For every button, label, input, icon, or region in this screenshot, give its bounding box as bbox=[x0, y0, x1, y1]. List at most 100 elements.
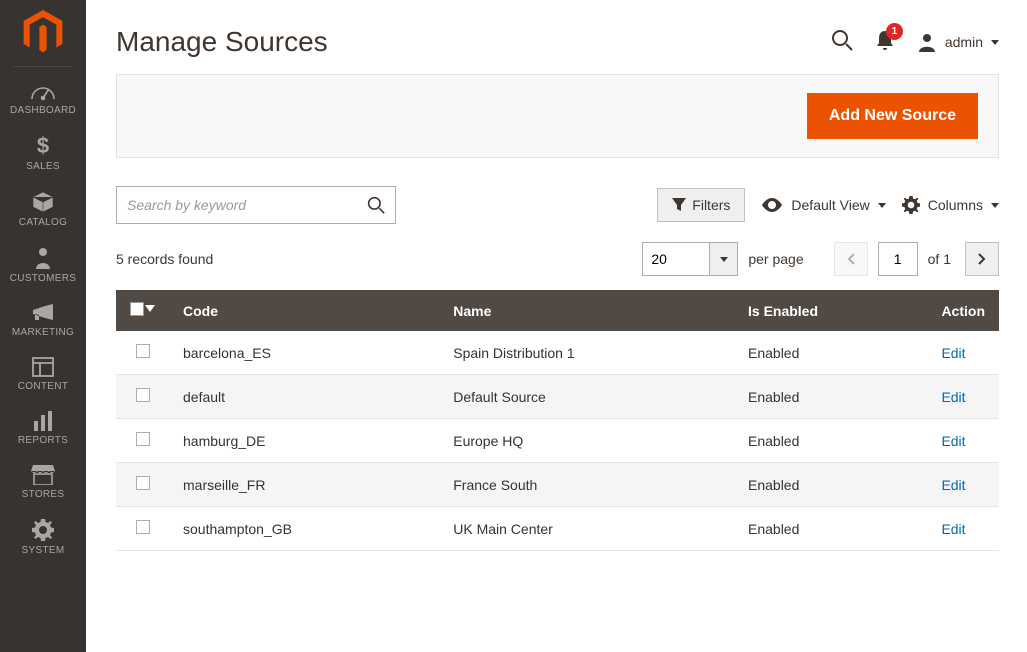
sidebar-item-content[interactable]: CONTENT bbox=[0, 347, 86, 401]
funnel-icon bbox=[672, 198, 686, 212]
eye-icon bbox=[761, 198, 783, 212]
sidebar-item-label: REPORTS bbox=[0, 435, 86, 446]
chevron-down-icon bbox=[720, 257, 728, 262]
sidebar-item-stores[interactable]: STORES bbox=[0, 455, 86, 509]
default-view-control[interactable]: Default View bbox=[761, 197, 885, 213]
chevron-right-icon bbox=[978, 253, 986, 265]
header-select-all[interactable] bbox=[116, 290, 169, 331]
cell-name: Default Source bbox=[439, 375, 734, 419]
sidebar-item-label: DASHBOARD bbox=[0, 105, 86, 116]
cube-icon bbox=[32, 191, 54, 213]
column-header-enabled[interactable]: Is Enabled bbox=[734, 290, 927, 331]
svg-text:$: $ bbox=[37, 135, 49, 157]
page-size-input[interactable] bbox=[642, 242, 710, 276]
edit-link[interactable]: Edit bbox=[941, 345, 965, 361]
gear-icon bbox=[902, 196, 920, 214]
sidebar-item-label: CUSTOMERS bbox=[0, 273, 86, 284]
select-all-checkbox[interactable] bbox=[130, 302, 144, 316]
sidebar-item-reports[interactable]: REPORTS bbox=[0, 401, 86, 455]
chevron-down-icon[interactable] bbox=[145, 305, 155, 313]
gauge-icon bbox=[30, 81, 56, 101]
cell-enabled: Enabled bbox=[734, 375, 927, 419]
column-header-code[interactable]: Code bbox=[169, 290, 439, 331]
column-header-name[interactable]: Name bbox=[439, 290, 734, 331]
megaphone-icon bbox=[31, 303, 55, 323]
row-checkbox[interactable] bbox=[136, 344, 150, 358]
sidebar-item-dashboard[interactable]: DASHBOARD bbox=[0, 71, 86, 125]
sidebar-item-catalog[interactable]: CATALOG bbox=[0, 181, 86, 237]
sidebar: DASHBOARD $ SALES CATALOG CUSTOMERS MARK… bbox=[0, 0, 86, 652]
user-avatar-icon bbox=[917, 32, 937, 52]
page-title: Manage Sources bbox=[116, 26, 831, 58]
cell-enabled: Enabled bbox=[734, 507, 927, 551]
cell-enabled: Enabled bbox=[734, 331, 927, 375]
sidebar-item-system[interactable]: SYSTEM bbox=[0, 509, 86, 565]
search-icon bbox=[831, 29, 853, 51]
search-box bbox=[116, 186, 396, 224]
edit-link[interactable]: Edit bbox=[941, 433, 965, 449]
gear-icon bbox=[32, 519, 54, 541]
action-bar: Add New Source bbox=[116, 74, 999, 158]
table-row: defaultDefault SourceEnabled Edit bbox=[116, 375, 999, 419]
page-number-input[interactable] bbox=[878, 242, 918, 276]
sidebar-item-label: CONTENT bbox=[0, 381, 86, 392]
cell-code: southampton_GB bbox=[169, 507, 439, 551]
search-icon[interactable] bbox=[367, 196, 385, 214]
chevron-left-icon bbox=[847, 253, 855, 265]
columns-control[interactable]: Columns bbox=[902, 196, 999, 214]
records-count: 5 records found bbox=[116, 251, 642, 267]
sidebar-item-marketing[interactable]: MARKETING bbox=[0, 293, 86, 347]
per-page-label: per page bbox=[748, 251, 803, 267]
sidebar-item-customers[interactable]: CUSTOMERS bbox=[0, 237, 86, 293]
cell-code: marseille_FR bbox=[169, 463, 439, 507]
page-of-label: of 1 bbox=[928, 251, 951, 267]
edit-link[interactable]: Edit bbox=[941, 477, 965, 493]
cell-enabled: Enabled bbox=[734, 419, 927, 463]
row-checkbox[interactable] bbox=[136, 388, 150, 402]
add-new-source-button[interactable]: Add New Source bbox=[807, 93, 978, 139]
notification-badge: 1 bbox=[886, 23, 903, 40]
sidebar-item-label: CATALOG bbox=[0, 217, 86, 228]
magento-logo-icon bbox=[23, 10, 63, 56]
person-icon bbox=[35, 247, 51, 269]
notifications-button[interactable]: 1 bbox=[875, 29, 895, 56]
filters-label: Filters bbox=[692, 197, 730, 213]
next-page-button[interactable] bbox=[965, 242, 999, 276]
edit-link[interactable]: Edit bbox=[941, 389, 965, 405]
table-row: southampton_GBUK Main CenterEnabled Edit bbox=[116, 507, 999, 551]
sidebar-item-label: SYSTEM bbox=[0, 545, 86, 556]
sidebar-divider bbox=[14, 66, 72, 67]
sidebar-item-label: MARKETING bbox=[0, 327, 86, 338]
user-menu[interactable]: admin bbox=[917, 32, 999, 52]
chevron-down-icon bbox=[991, 40, 999, 45]
sidebar-item-sales[interactable]: $ SALES bbox=[0, 125, 86, 181]
cell-code: hamburg_DE bbox=[169, 419, 439, 463]
table-row: barcelona_ESSpain Distribution 1EnabledE… bbox=[116, 331, 999, 375]
dollar-icon: $ bbox=[36, 135, 50, 157]
topbar: Manage Sources 1 admin bbox=[116, 26, 999, 58]
search-button[interactable] bbox=[831, 29, 853, 56]
cell-code: default bbox=[169, 375, 439, 419]
records-bar: 5 records found per page of 1 bbox=[116, 242, 999, 276]
row-checkbox[interactable] bbox=[136, 520, 150, 534]
page-size-dropdown[interactable] bbox=[710, 242, 738, 276]
search-input[interactable] bbox=[127, 197, 367, 213]
row-checkbox[interactable] bbox=[136, 432, 150, 446]
cell-enabled: Enabled bbox=[734, 463, 927, 507]
edit-link[interactable]: Edit bbox=[941, 521, 965, 537]
filters-button[interactable]: Filters bbox=[657, 188, 745, 222]
row-checkbox[interactable] bbox=[136, 476, 150, 490]
cell-name: UK Main Center bbox=[439, 507, 734, 551]
cell-code: barcelona_ES bbox=[169, 331, 439, 375]
sources-table: Code Name Is Enabled Action barcelona_ES… bbox=[116, 290, 999, 551]
username: admin bbox=[945, 34, 983, 50]
columns-label: Columns bbox=[928, 197, 983, 213]
cell-name: France South bbox=[439, 463, 734, 507]
layout-icon bbox=[32, 357, 54, 377]
storefront-icon bbox=[31, 465, 55, 485]
sidebar-item-label: SALES bbox=[0, 161, 86, 172]
prev-page-button[interactable] bbox=[834, 242, 868, 276]
table-row: hamburg_DEEurope HQEnabledEdit bbox=[116, 419, 999, 463]
default-view-label: Default View bbox=[791, 197, 869, 213]
table-row: marseille_FRFrance SouthEnabled Edit bbox=[116, 463, 999, 507]
